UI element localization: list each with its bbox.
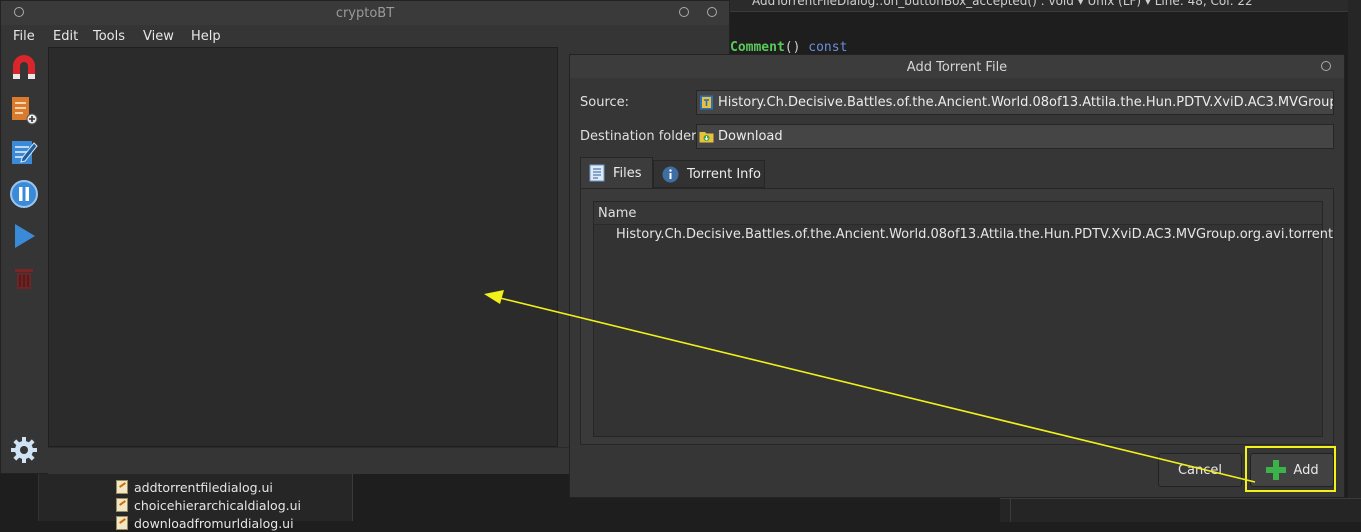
- source-label: Source:: [580, 95, 630, 110]
- ide-side-strip: [0, 474, 39, 521]
- files-tab-panel: Name History.Ch.Decisive.Battles.of.the.…: [580, 188, 1334, 445]
- menu-file[interactable]: File: [13, 29, 35, 44]
- destination-label: Destination folder:: [580, 129, 701, 144]
- destination-value: Download: [718, 129, 783, 144]
- source-field[interactable]: History.Ch.Decisive.Battles.of.the.Ancie…: [696, 90, 1334, 115]
- dialog-close-button[interactable]: [1321, 61, 1331, 71]
- ide-status-text: AddTorrentFileDialog::on_buttonBox_accep…: [752, 0, 1253, 8]
- main-titlebar[interactable]: cryptoBT: [1, 1, 729, 25]
- add-torrent-dialog: Add Torrent File Source: History.Ch.Deci…: [569, 54, 1345, 498]
- menu-help[interactable]: Help: [191, 29, 221, 44]
- code-parens: (): [784, 40, 809, 55]
- torrent-list-area[interactable]: [48, 47, 558, 447]
- ui-file-icon: [116, 480, 128, 494]
- tree-file-item[interactable]: choicehierarchicaldialog.ui: [116, 496, 301, 514]
- folder-icon: [699, 132, 714, 143]
- tree-file-item[interactable]: addtorrentfiledialog.ui: [116, 478, 273, 496]
- column-header-name[interactable]: Name: [594, 202, 1322, 225]
- info-icon: [662, 166, 679, 182]
- menu-edit[interactable]: Edit: [53, 29, 78, 44]
- list-item[interactable]: History.Ch.Decisive.Battles.of.the.Ancie…: [616, 227, 1333, 242]
- ui-file-icon: [116, 516, 128, 530]
- pause-icon[interactable]: [9, 179, 39, 209]
- minimize-button[interactable]: [679, 7, 689, 17]
- code-keyword: const: [808, 40, 848, 55]
- side-toolbar: [1, 47, 47, 473]
- torrent-file-icon: [700, 95, 713, 110]
- menu-view[interactable]: View: [143, 29, 174, 44]
- settings-icon[interactable]: [9, 435, 39, 465]
- dialog-titlebar[interactable]: Add Torrent File: [570, 55, 1344, 78]
- tab-files[interactable]: Files: [580, 157, 653, 188]
- trash-icon[interactable]: [9, 263, 39, 293]
- cancel-button[interactable]: Cancel: [1158, 453, 1242, 487]
- tab-torrent-info[interactable]: Torrent Info: [653, 160, 765, 188]
- status-bar: [48, 447, 570, 474]
- close-button[interactable]: [707, 7, 717, 17]
- magnet-icon[interactable]: [9, 53, 39, 83]
- file-list[interactable]: Name History.Ch.Decisive.Battles.of.the.…: [593, 201, 1333, 437]
- files-icon: [589, 164, 605, 182]
- tree-file-item[interactable]: downloadfromurldialog.ui: [116, 514, 294, 532]
- ide-bottom-panel: [1000, 498, 1361, 522]
- main-window-title: cryptoBT: [335, 6, 395, 21]
- menu-bar: File Edit Tools View Help: [1, 25, 729, 47]
- play-icon[interactable]: [9, 221, 39, 251]
- menu-tools[interactable]: Tools: [93, 29, 125, 44]
- destination-field[interactable]: Download: [696, 124, 1334, 149]
- ui-file-icon: [116, 498, 128, 512]
- ide-status-strip: AddTorrentFileDialog::on_buttonBox_accep…: [730, 0, 1361, 12]
- add-file-icon[interactable]: [9, 95, 39, 125]
- add-button-highlight: [1245, 446, 1336, 492]
- dialog-title: Add Torrent File: [906, 60, 1008, 75]
- code-function: Comment: [730, 40, 785, 55]
- source-value: History.Ch.Decisive.Battles.of.the.Ancie…: [718, 95, 1334, 110]
- ide-code-line: Comment() const: [730, 40, 847, 55]
- edit-icon[interactable]: [9, 137, 39, 167]
- ide-scrollbar[interactable]: [1348, 0, 1361, 498]
